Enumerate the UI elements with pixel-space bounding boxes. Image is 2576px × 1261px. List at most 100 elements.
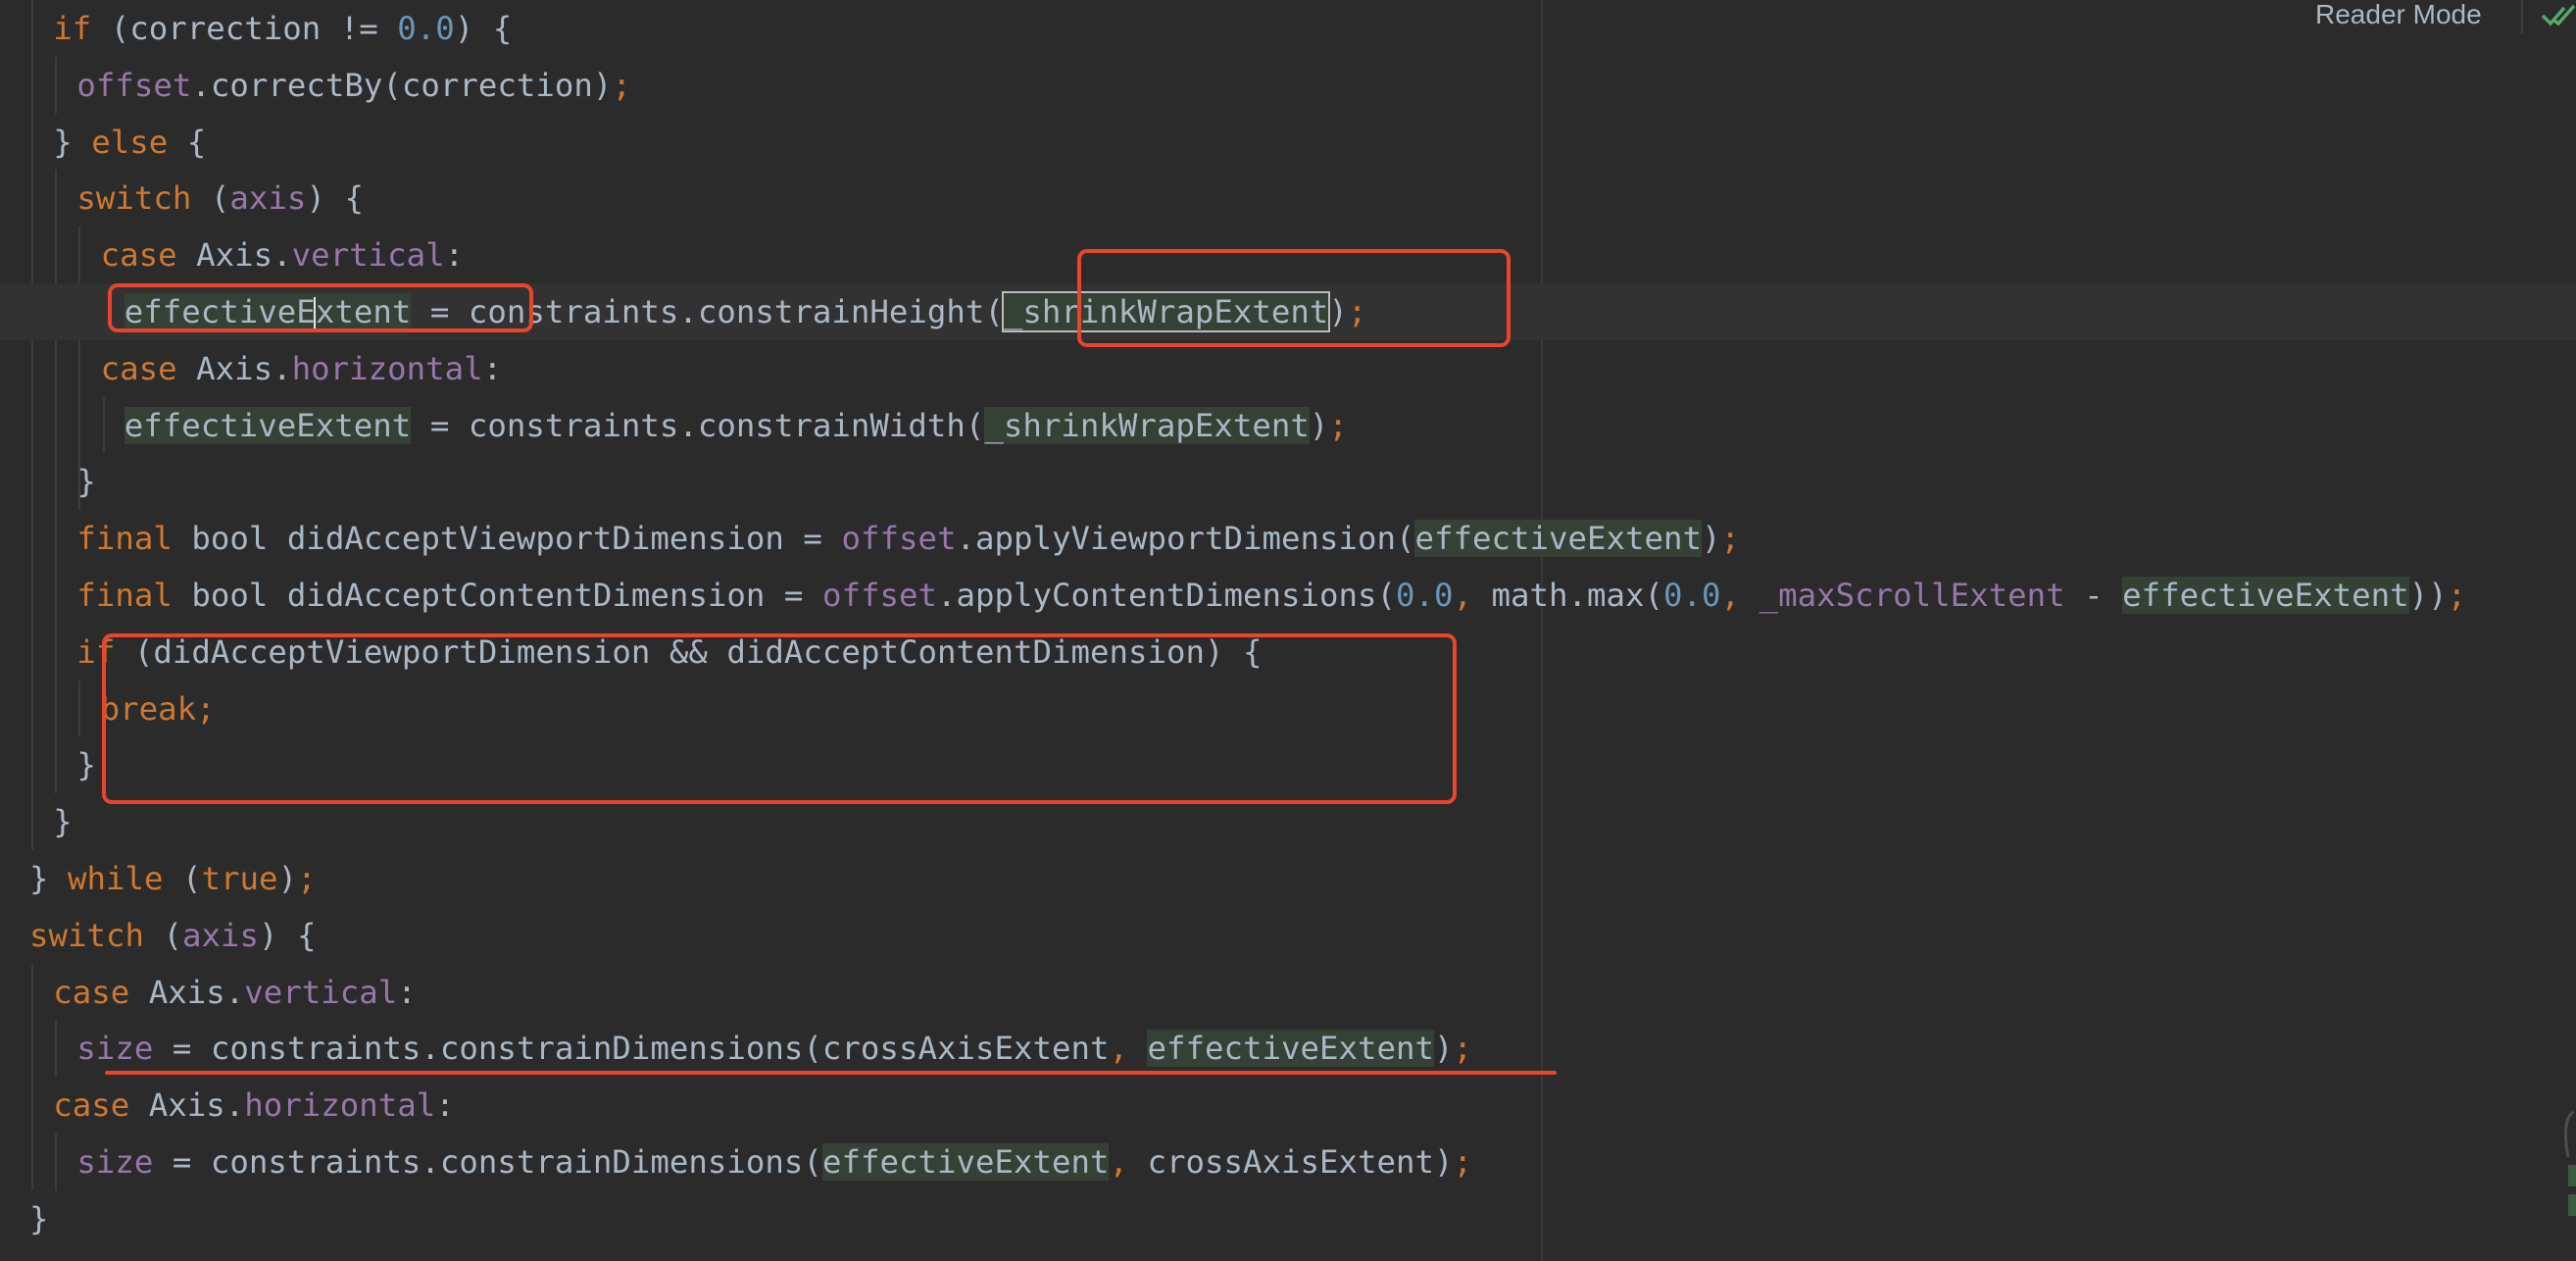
reader-mode-button[interactable]: Reader Mode xyxy=(2315,0,2482,29)
annotation-box-shrink-wrap-extent xyxy=(1077,249,1511,347)
code-token: offset xyxy=(76,66,192,104)
code-line[interactable]: final bool didAcceptContentDimension = o… xyxy=(0,567,2576,624)
code-token: _maxScrollExtent xyxy=(1759,577,2065,614)
code-token: 0.0 xyxy=(1663,577,1721,614)
annotation-box-if-break-block xyxy=(102,633,1457,804)
scrollbar-marker[interactable] xyxy=(2560,1108,2576,1230)
code-token: horizontal xyxy=(244,1086,436,1125)
code-token: if xyxy=(53,10,92,47)
code-token: , xyxy=(1109,1030,1148,1068)
code-line[interactable]: size = constraints.constrainDimensions(e… xyxy=(0,1134,2576,1190)
code-token: , xyxy=(1720,577,1759,614)
code-token: } xyxy=(29,1199,49,1237)
code-token: )) xyxy=(2408,577,2448,614)
code-text: case Axis.vertical: xyxy=(53,964,417,1021)
code-token: } xyxy=(29,860,69,897)
code-token: ; xyxy=(612,66,631,104)
code-text: case Axis.horizontal: xyxy=(101,340,503,397)
code-token: - xyxy=(2064,577,2123,614)
code-token: Axis. xyxy=(129,1086,245,1125)
code-token: case xyxy=(53,973,130,1011)
code-token: Axis. xyxy=(129,973,245,1011)
code-text: effectiveExtent = constraints.constrainW… xyxy=(124,397,1348,454)
code-line[interactable]: final bool didAcceptViewportDimension = … xyxy=(0,510,2576,567)
code-text: case Axis.horizontal: xyxy=(53,1077,455,1134)
code-token: offset xyxy=(821,577,937,614)
code-line[interactable]: switch (axis) { xyxy=(0,170,2576,227)
code-editor[interactable]: if (correction != 0.0) {offset.correctBy… xyxy=(0,0,2576,1261)
code-token: , xyxy=(1453,577,1492,614)
code-line[interactable]: } xyxy=(0,1190,2576,1247)
code-line[interactable]: switch (axis) { xyxy=(0,907,2576,964)
code-line[interactable]: effectiveExtent = constraints.constrainW… xyxy=(0,397,2576,454)
code-token: ) xyxy=(277,860,298,897)
code-line[interactable]: } else { xyxy=(0,114,2576,171)
code-token: math.max( xyxy=(1491,577,1664,614)
code-token: ) { xyxy=(259,916,317,954)
code-line[interactable]: size = constraints.constrainDimensions(c… xyxy=(0,1020,2576,1077)
code-token: case xyxy=(100,349,177,387)
code-token: ( xyxy=(191,179,230,218)
code-text: final bool didAcceptContentDimension = o… xyxy=(76,567,2466,624)
code-token: size xyxy=(76,1143,154,1181)
code-token: .applyContentDimensions( xyxy=(936,577,1396,614)
code-token: : xyxy=(482,349,503,387)
code-text: switch (axis) { xyxy=(76,170,364,227)
code-line[interactable]: offset.correctBy(correction); xyxy=(0,57,2576,114)
code-text: } else { xyxy=(53,114,206,171)
code-token: ; xyxy=(1720,520,1741,558)
code-token: } xyxy=(53,123,92,161)
code-token: vertical xyxy=(291,236,445,275)
code-text: if (correction != 0.0) { xyxy=(53,0,512,57)
code-text: case Axis.vertical: xyxy=(101,227,465,283)
code-token: : xyxy=(435,1086,455,1125)
code-token: bool didAcceptViewportDimension = xyxy=(172,520,842,558)
code-token: offset xyxy=(841,520,957,558)
code-token: } xyxy=(53,803,73,841)
code-line[interactable]: if (correction != 0.0) { xyxy=(0,0,2576,57)
code-text: } xyxy=(53,793,73,850)
code-token: effectiveExtent xyxy=(124,406,412,444)
code-token: 0.0 xyxy=(1395,577,1454,614)
code-token: vertical xyxy=(244,973,398,1011)
status-separator xyxy=(2521,0,2523,33)
code-token: = constraints.constrainDimensions(crossA… xyxy=(153,1030,1110,1068)
code-token: case xyxy=(100,236,177,275)
code-line[interactable]: case Axis.vertical: xyxy=(0,964,2576,1021)
code-token: ) { xyxy=(454,10,513,47)
code-token: .correctBy(correction) xyxy=(191,66,613,104)
code-token: Axis. xyxy=(176,236,292,275)
code-token: bool didAcceptContentDimension = xyxy=(172,577,822,614)
code-token: } xyxy=(76,463,96,501)
code-token: effectiveExtent xyxy=(1147,1030,1434,1068)
code-token: ; xyxy=(2447,577,2467,614)
code-token: size xyxy=(76,1030,154,1068)
code-token: axis xyxy=(229,179,307,218)
check-icon[interactable] xyxy=(2539,2,2576,27)
code-text: } xyxy=(29,1190,49,1247)
code-token: Axis. xyxy=(176,349,292,387)
code-token: _shrinkWrapExtent xyxy=(984,406,1310,444)
code-token: while xyxy=(68,860,164,897)
code-line[interactable]: case Axis.horizontal: xyxy=(0,1077,2576,1134)
code-text: } xyxy=(76,453,96,510)
code-token: { xyxy=(168,123,207,161)
code-token: ) xyxy=(1309,406,1329,444)
code-token: : xyxy=(444,236,465,275)
code-line[interactable]: } while (true); xyxy=(0,850,2576,907)
code-token: final xyxy=(76,520,173,558)
code-token: 0.0 xyxy=(397,10,455,47)
code-token: ) xyxy=(1702,520,1721,558)
code-token: .applyViewportDimension( xyxy=(956,520,1415,558)
code-token: = constraints.constrainDimensions( xyxy=(153,1143,822,1181)
code-line[interactable]: } xyxy=(0,453,2576,510)
code-token: horizontal xyxy=(291,349,483,387)
code-token: : xyxy=(397,973,417,1011)
code-token: = constraints.constrainWidth( xyxy=(411,406,985,444)
code-token: ) { xyxy=(306,179,364,218)
code-text: switch (axis) { xyxy=(29,907,317,964)
code-text: } xyxy=(76,736,96,793)
code-token: ; xyxy=(1453,1030,1473,1068)
code-token: effectiveExtent xyxy=(821,1143,1110,1181)
code-line[interactable]: case Axis.horizontal: xyxy=(0,340,2576,397)
